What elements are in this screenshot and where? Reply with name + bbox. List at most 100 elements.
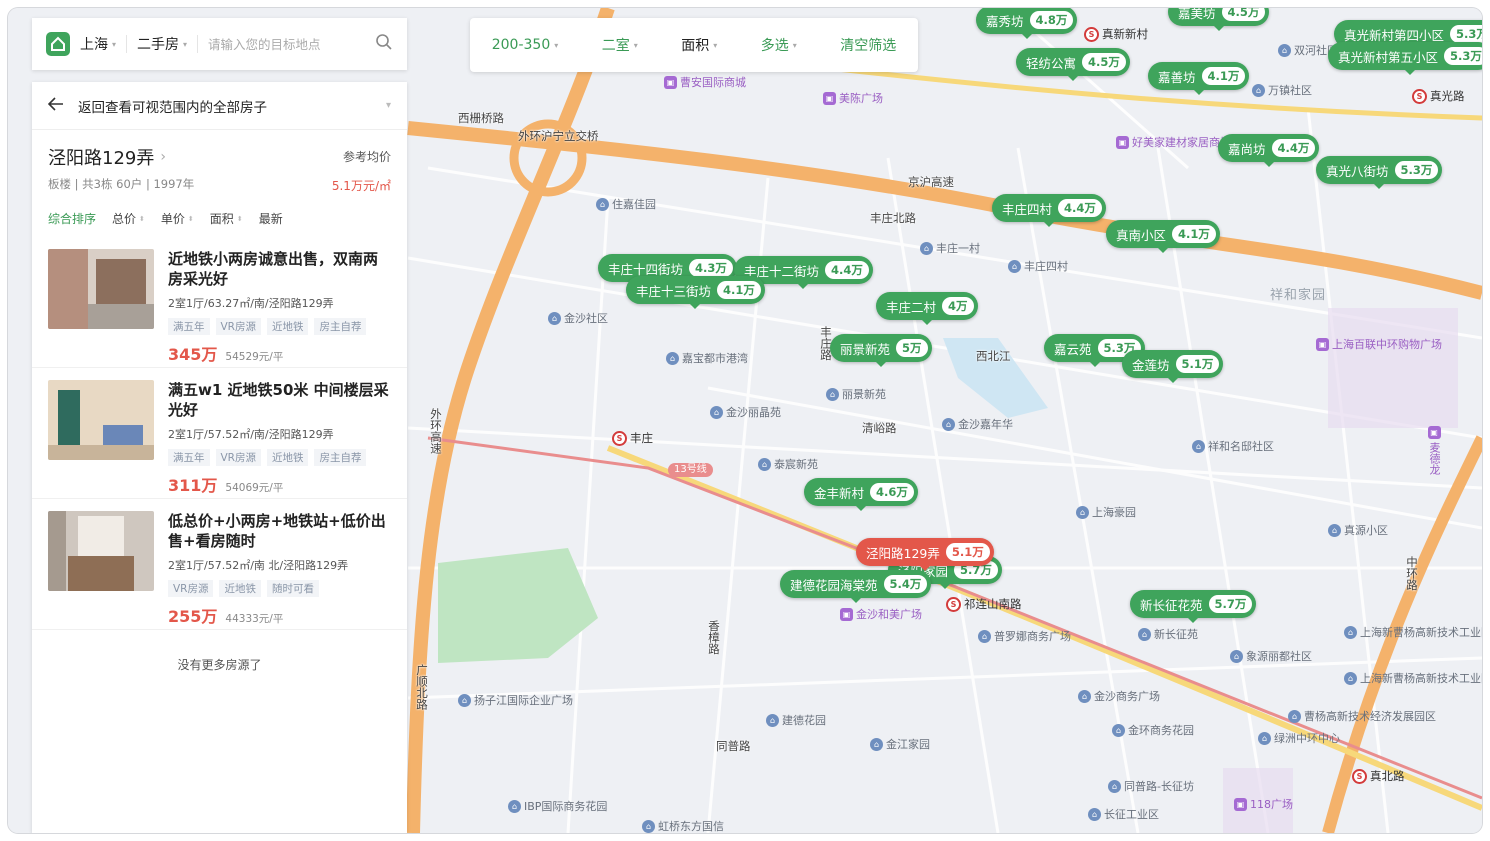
poi-caoyang-park[interactable]: ⌂ 曹杨高新技术经济发展园区 [1288,708,1436,724]
poi-jinsha-jianianhua[interactable]: ⌂ 金沙嘉年华 [942,416,1013,432]
price-marker[interactable]: 丰庄十三街坊 4.1万 [626,276,765,309]
poi-jinsha-business[interactable]: ⌂ 金沙商务广场 [1078,688,1160,704]
poi-jinsha-lijing[interactable]: ⌂ 金沙丽晶苑 [710,404,781,420]
poi-jiande[interactable]: ⌂ 建德花园 [766,712,826,728]
poi-metro-mall[interactable]: ▣ 麦德龙 [1426,426,1442,475]
clear-filters-button[interactable]: 清空筛选 [840,35,896,55]
area-filter[interactable]: 面积 ▾ [681,35,717,55]
more-filter[interactable]: 多选 ▾ [761,35,797,55]
community-icon: ⌂ [920,241,933,255]
app-window: 西栅桥路 外环沪宁立交桥 京沪高速 丰庄北路 外环高速 清峪路 香樟路 广顺北路… [8,8,1482,833]
listing-item[interactable]: 满五w1 近地铁50米 中间楼层采光好 2室1厅/57.52㎡/南/泾阳路129… [32,368,407,499]
total-price: 255万 [168,607,218,626]
no-more-text: 没有更多房源了 [177,658,262,672]
poi-118-plaza[interactable]: ▣ 118广场 [1234,796,1293,812]
poi-yangzijiang[interactable]: ⌂ 扬子江国际企业广场 [458,692,573,708]
price-marker[interactable]: 轻纺公寓 4.5万 [1016,48,1130,81]
home-logo-icon[interactable] [46,32,70,56]
metro-qilianshan-south[interactable]: S 祁连山南路 [946,596,1022,612]
poi-caoan-mall[interactable]: ▣ 曹安国际商城 [664,74,746,90]
poi-xianghe-mingdi[interactable]: ⌂ 祥和名邸社区 [1192,438,1274,454]
chevron-down-icon[interactable]: ▾ [386,100,391,111]
price-marker[interactable]: 新长征花苑 5.7万 [1130,590,1257,623]
price-marker[interactable]: 建德花园海棠苑 5.4万 [780,570,932,603]
poi-tongpu-changzheng[interactable]: ⌂ 同普路-长征坊 [1108,778,1194,794]
poi-jinjiang[interactable]: ⌂ 金江家园 [870,736,930,752]
poi-xinchangzheng[interactable]: ⌂ 新长征苑 [1138,626,1198,642]
search-input[interactable] [208,36,339,52]
mall-icon: ▣ [1316,337,1329,351]
price-marker-selected[interactable]: 泾阳路129弄 5.1万 [856,538,994,571]
poi-fengzhuang-1[interactable]: ⌂ 丰庄一村 [920,240,980,256]
sort-newest[interactable]: 最新 [259,210,283,227]
poi-zhujiajia[interactable]: ⌂ 住嘉佳园 [596,196,656,212]
poi-zhenyuan[interactable]: ⌂ 真源小区 [1328,522,1388,538]
metro-zhenbei[interactable]: S 真北路 [1352,768,1405,784]
poi-jinsha-hemei[interactable]: ▣ 金沙和美广场 [840,606,922,622]
price-marker[interactable]: 金莲坊 5.1万 [1122,350,1224,383]
poi-changzheng-industrial[interactable]: ⌂ 长征工业区 [1088,806,1159,822]
divider [197,35,199,53]
listing-title[interactable]: 近地铁小两房诚意出售，双南两房采光好 [168,249,391,289]
poi-xiangyuan[interactable]: ⌂ 象源丽都社区 [1230,648,1312,664]
price-filter[interactable]: 200-350 ▾ [492,37,559,53]
listing-item[interactable]: 近地铁小两房诚意出售，双南两房采光好 2室1厅/63.27㎡/南/泾阳路129弄… [32,237,407,368]
price-marker[interactable]: 嘉秀坊 4.8万 [976,8,1078,39]
road-label-jinghu: 京沪高速 [908,175,954,189]
poi-taichen[interactable]: ⌂ 泰宸新苑 [758,456,818,472]
listing-item[interactable]: 低总价+小两房+地铁站+低价出售+看房随时 2室1厅/57.52㎡/南 北/泾阳… [32,499,407,630]
poi-lvzhou[interactable]: ⌂ 绿洲中环中心 [1258,730,1340,746]
back-bar[interactable]: 返回查看可视范围内的全部房子 ▾ [32,82,407,130]
price-marker[interactable]: 真光八街坊 5.3万 [1316,156,1443,189]
metro-zhenguang[interactable]: S 真光路 [1412,88,1465,104]
search-icon[interactable] [375,33,393,55]
chevron-down-icon: ▾ [112,39,117,49]
listing-title[interactable]: 低总价+小两房+地铁站+低价出售+看房随时 [168,511,391,551]
poi-meichen-plaza[interactable]: ▣ 美陈广场 [823,90,883,106]
sort-comprehensive[interactable]: 综合排序 [48,210,96,227]
metro-fengzhuang[interactable]: S 丰庄 [612,430,653,446]
poi-caoyang-1[interactable]: ⌂上海新曹杨高新技术工业园区-1号楼 [1344,624,1482,640]
poi-lijing[interactable]: ⌂ 丽景新苑 [826,386,886,402]
sort-total-price[interactable]: 总价 ⬍ [112,210,145,227]
poi-fengzhuang-4[interactable]: ⌂ 丰庄四村 [1008,258,1068,274]
rooms-filter[interactable]: 二室 ▾ [602,35,638,55]
poi-jinsha[interactable]: ⌂ 金沙社区 [548,310,608,326]
poi-shanghai-haoyuan[interactable]: ⌂ 上海豪园 [1076,504,1136,520]
road-label-qingyu: 清峪路 [862,421,897,435]
city-selector[interactable]: 上海 ▾ [80,34,116,54]
price-marker[interactable]: 嘉尚坊 4.4万 [1218,134,1320,167]
community-icon: ⌂ [1076,505,1089,519]
poi-jinhuan[interactable]: ⌂ 金环商务花园 [1112,722,1194,738]
sort-area[interactable]: 面积 ⬍ [210,210,243,227]
sort-unit-price[interactable]: 单价 ⬍ [161,210,194,227]
category-selector[interactable]: 二手房 ▾ [137,34,187,54]
listing-price: 255万 44333元/平 [168,603,391,627]
poi-hongqiao-east[interactable]: ⌂ 虹桥东方国信 [642,818,724,833]
poi-jiabao[interactable]: ⌂ 嘉宝都市港湾 [666,350,748,366]
community-name[interactable]: 泾阳路129弄 › [48,144,194,170]
poi-puluona[interactable]: ⌂ 普罗娜商务广场 [978,628,1071,644]
poi-caoyang-9[interactable]: ⌂上海新曹杨高新技术工业园区-9号楼 [1344,670,1482,686]
price-marker[interactable]: 嘉善坊 4.1万 [1148,62,1250,95]
mall-icon: ▣ [1116,135,1129,149]
listing-photo[interactable] [48,249,154,329]
poi-ibp[interactable]: ⌂ IBP国际商务花园 [508,798,607,814]
listing-title[interactable]: 满五w1 近地铁50米 中间楼层采光好 [168,380,391,420]
poi-bailian[interactable]: ▣ 上海百联中环购物广场 [1316,336,1442,352]
price-marker[interactable]: 丰庄二村 4万 [876,292,978,325]
listing-photo[interactable] [48,380,154,460]
district-label: 祥和家园 [1270,288,1327,303]
price-marker[interactable]: 真南小区 4.1万 [1106,220,1220,253]
poi-wanzhen[interactable]: ⌂ 万镇社区 [1252,82,1312,98]
listing-photo[interactable] [48,511,154,591]
poi-haomeijia[interactable]: ▣ 好美家建材家居商城 [1116,134,1231,150]
price-marker[interactable]: 真光新村第五小区 5.3万 [1328,42,1482,75]
price-marker[interactable]: 金丰新村 4.6万 [804,478,918,511]
metro-zhenxin[interactable]: S 真新新村 [1084,26,1148,42]
listing-tags: 满五年 VR房源 近地铁 房主自荐 [168,449,391,466]
price-marker[interactable]: 嘉美坊 4.5万 [1168,8,1270,31]
arrow-left-icon[interactable] [47,96,64,115]
price-marker[interactable]: 丽景新苑 5万 [830,334,932,367]
price-marker[interactable]: 丰庄四村 4.4万 [992,194,1106,227]
